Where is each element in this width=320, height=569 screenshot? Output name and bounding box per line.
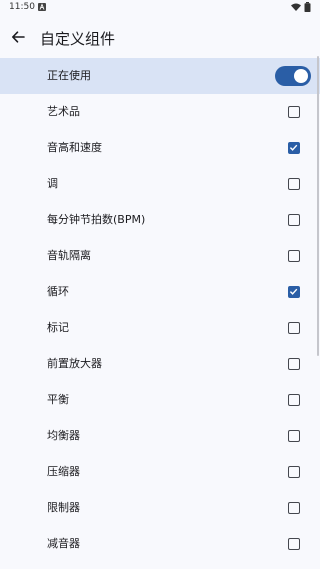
component-checkbox[interactable] xyxy=(288,286,300,298)
component-row[interactable]: 调 xyxy=(0,166,320,202)
component-label: 艺术品 xyxy=(47,105,80,118)
status-bar: 11:50 xyxy=(0,0,320,14)
component-row[interactable]: 前置放大器 xyxy=(0,346,320,382)
component-checkbox[interactable] xyxy=(288,466,300,478)
component-checkbox[interactable] xyxy=(288,106,300,118)
component-row[interactable]: 减音器 xyxy=(0,526,320,562)
component-label: 减音器 xyxy=(47,537,80,550)
component-label: 标记 xyxy=(47,321,69,334)
component-checkbox[interactable] xyxy=(288,430,300,442)
component-row[interactable]: 标记 xyxy=(0,310,320,346)
component-checkbox[interactable] xyxy=(288,250,300,262)
component-row[interactable]: 每分钟节拍数(BPM) xyxy=(0,202,320,238)
component-label: 平衡 xyxy=(47,393,69,406)
component-checkbox[interactable] xyxy=(288,322,300,334)
component-row[interactable]: 艺术品 xyxy=(0,94,320,130)
status-time: 11:50 xyxy=(9,2,35,12)
component-label: 前置放大器 xyxy=(47,357,102,370)
component-label: 均衡器 xyxy=(47,429,80,442)
component-checkbox[interactable] xyxy=(288,358,300,370)
component-label: 音高和速度 xyxy=(47,141,102,154)
master-toggle-label: 正在使用 xyxy=(47,69,91,82)
component-label: 调 xyxy=(47,177,58,190)
component-row[interactable]: 音高和速度 xyxy=(0,130,320,166)
arrow-left-icon[interactable] xyxy=(9,28,27,46)
checkmark-icon xyxy=(289,288,298,295)
toggle-knob xyxy=(294,69,308,83)
component-checkbox[interactable] xyxy=(288,214,300,226)
master-toggle-switch[interactable] xyxy=(275,66,311,86)
checkmark-icon xyxy=(289,144,298,151)
component-label: 循环 xyxy=(47,285,69,298)
a-app-icon xyxy=(38,3,46,11)
battery-icon xyxy=(304,2,311,12)
scrollbar[interactable] xyxy=(317,56,319,356)
component-label: 限制器 xyxy=(47,501,80,514)
app-bar: 自定义组件 xyxy=(0,20,320,56)
component-row[interactable]: 循环 xyxy=(0,274,320,310)
component-label: 压缩器 xyxy=(47,465,80,478)
component-checkbox[interactable] xyxy=(288,142,300,154)
component-label: 每分钟节拍数(BPM) xyxy=(47,213,146,226)
component-label: 音轨隔离 xyxy=(47,249,91,262)
page-title: 自定义组件 xyxy=(40,30,116,48)
component-row[interactable]: 压缩器 xyxy=(0,454,320,490)
component-checkbox[interactable] xyxy=(288,502,300,514)
component-row[interactable]: 平衡 xyxy=(0,382,320,418)
component-list: 正在使用 艺术品音高和速度调每分钟节拍数(BPM) 音轨隔离循环标记前置放大器平衡… xyxy=(0,58,320,562)
component-row[interactable]: 均衡器 xyxy=(0,418,320,454)
component-row[interactable]: 音轨隔离 xyxy=(0,238,320,274)
component-checkbox[interactable] xyxy=(288,178,300,190)
component-row[interactable]: 限制器 xyxy=(0,490,320,526)
wifi-icon xyxy=(291,3,301,11)
master-toggle-row[interactable]: 正在使用 xyxy=(0,58,320,94)
component-checkbox[interactable] xyxy=(288,538,300,550)
component-checkbox[interactable] xyxy=(288,394,300,406)
